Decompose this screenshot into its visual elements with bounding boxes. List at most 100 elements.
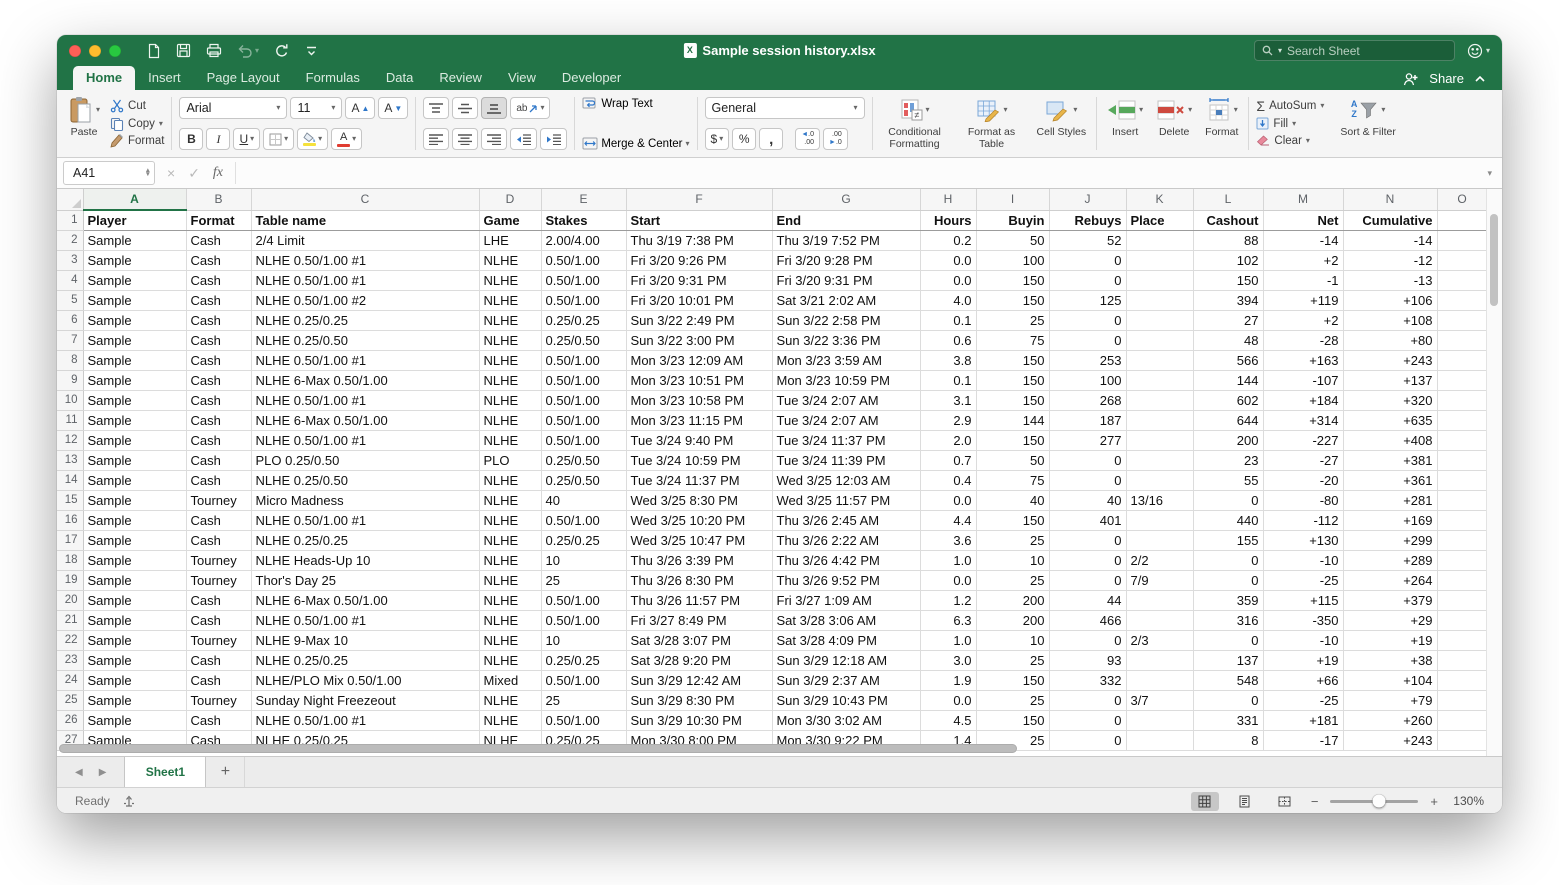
cell-L13[interactable]: 23 (1193, 450, 1263, 470)
select-all-corner[interactable] (57, 189, 83, 210)
zoom-slider-thumb[interactable] (1372, 795, 1385, 808)
cell-N27[interactable]: +243 (1343, 730, 1437, 750)
cell-C16[interactable]: NLHE 0.50/1.00 #1 (251, 510, 479, 530)
cell-F2[interactable]: Thu 3/19 7:38 PM (626, 230, 772, 250)
column-header-J[interactable]: J (1049, 189, 1126, 210)
cell-E18[interactable]: 10 (541, 550, 626, 570)
cell-F20[interactable]: Thu 3/26 11:57 PM (626, 590, 772, 610)
cell-I1[interactable]: Buyin (976, 210, 1049, 230)
cell-L18[interactable]: 0 (1193, 550, 1263, 570)
cut-button[interactable]: Cut (110, 97, 164, 115)
cell-A10[interactable]: Sample (83, 390, 186, 410)
next-sheet-icon[interactable]: ▶ (99, 767, 107, 778)
tab-developer[interactable]: Developer (549, 66, 634, 90)
cell-E20[interactable]: 0.50/1.00 (541, 590, 626, 610)
cell-O19[interactable] (1437, 570, 1487, 590)
cell-G26[interactable]: Mon 3/30 3:02 AM (772, 710, 920, 730)
cell-M15[interactable]: -80 (1263, 490, 1343, 510)
cell-F7[interactable]: Sun 3/22 3:00 PM (626, 330, 772, 350)
cell-E10[interactable]: 0.50/1.00 (541, 390, 626, 410)
cell-A15[interactable]: Sample (83, 490, 186, 510)
cell-A3[interactable]: Sample (83, 250, 186, 270)
horizontal-scrollbar-thumb[interactable] (59, 744, 1017, 753)
cell-H18[interactable]: 1.0 (920, 550, 976, 570)
cell-G25[interactable]: Sun 3/29 10:43 PM (772, 690, 920, 710)
autosum-caret-icon[interactable]: ▾ (1320, 102, 1324, 110)
cell-D17[interactable]: NLHE (479, 530, 541, 550)
cell-L12[interactable]: 200 (1193, 430, 1263, 450)
cell-G1[interactable]: End (772, 210, 920, 230)
cell-C1[interactable]: Table name (251, 210, 479, 230)
redo-button[interactable] (274, 43, 290, 59)
cell-I12[interactable]: 150 (976, 430, 1049, 450)
delete-cells-caret-icon[interactable]: ▾ (1188, 106, 1192, 114)
cell-A12[interactable]: Sample (83, 430, 186, 450)
cell-E23[interactable]: 0.25/0.25 (541, 650, 626, 670)
cell-J26[interactable]: 0 (1049, 710, 1126, 730)
cell-E9[interactable]: 0.50/1.00 (541, 370, 626, 390)
cell-F15[interactable]: Wed 3/25 8:30 PM (626, 490, 772, 510)
align-right-button[interactable] (481, 128, 507, 150)
copy-button[interactable]: Copy ▾ (110, 115, 164, 133)
share-button[interactable]: Share (1429, 71, 1464, 86)
comma-style-button[interactable]: , (759, 128, 783, 150)
cell-I17[interactable]: 25 (976, 530, 1049, 550)
cell-H25[interactable]: 0.0 (920, 690, 976, 710)
font-name-select[interactable]: Arial ▾ (179, 97, 287, 119)
cell-K1[interactable]: Place (1126, 210, 1193, 230)
column-header-F[interactable]: F (626, 189, 772, 210)
cell-C19[interactable]: Thor's Day 25 (251, 570, 479, 590)
clear-caret-icon[interactable]: ▾ (1306, 137, 1310, 145)
cell-G10[interactable]: Tue 3/24 2:07 AM (772, 390, 920, 410)
cell-J25[interactable]: 0 (1049, 690, 1126, 710)
cell-B9[interactable]: Cash (186, 370, 251, 390)
cell-I22[interactable]: 10 (976, 630, 1049, 650)
cell-G24[interactable]: Sun 3/29 2:37 AM (772, 670, 920, 690)
currency-caret-icon[interactable]: ▾ (719, 135, 723, 143)
cell-I24[interactable]: 150 (976, 670, 1049, 690)
cell-N13[interactable]: +381 (1343, 450, 1437, 470)
cell-C4[interactable]: NLHE 0.50/1.00 #1 (251, 270, 479, 290)
cell-C6[interactable]: NLHE 0.25/0.25 (251, 310, 479, 330)
cell-O1[interactable] (1437, 210, 1487, 230)
fill-color-caret-icon[interactable]: ▾ (318, 135, 322, 143)
borders-button[interactable]: ▾ (263, 128, 294, 150)
cell-A22[interactable]: Sample (83, 630, 186, 650)
cell-K23[interactable] (1126, 650, 1193, 670)
cell-O4[interactable] (1437, 270, 1487, 290)
cell-B5[interactable]: Cash (186, 290, 251, 310)
cell-H9[interactable]: 0.1 (920, 370, 976, 390)
cell-E1[interactable]: Stakes (541, 210, 626, 230)
cell-H6[interactable]: 0.1 (920, 310, 976, 330)
row-header-16[interactable]: 16 (57, 510, 83, 530)
cell-B6[interactable]: Cash (186, 310, 251, 330)
smiley-caret-icon[interactable]: ▾ (1486, 46, 1490, 55)
collapse-ribbon-icon[interactable] (1474, 75, 1486, 83)
cell-L3[interactable]: 102 (1193, 250, 1263, 270)
column-header-L[interactable]: L (1193, 189, 1263, 210)
cell-L21[interactable]: 316 (1193, 610, 1263, 630)
font-color-button[interactable]: A ▾ (331, 128, 362, 150)
paste-button[interactable]: ▾ Paste (65, 95, 103, 152)
cell-L7[interactable]: 48 (1193, 330, 1263, 350)
cell-B12[interactable]: Cash (186, 430, 251, 450)
cell-J19[interactable]: 0 (1049, 570, 1126, 590)
cell-D11[interactable]: NLHE (479, 410, 541, 430)
cell-F26[interactable]: Sun 3/29 10:30 PM (626, 710, 772, 730)
format-painter-button[interactable]: Format (110, 132, 164, 150)
cell-N20[interactable]: +379 (1343, 590, 1437, 610)
align-bottom-button[interactable] (481, 97, 507, 119)
column-header-H[interactable]: H (920, 189, 976, 210)
column-header-K[interactable]: K (1126, 189, 1193, 210)
sheet-tab-sheet1[interactable]: Sheet1 (124, 757, 206, 787)
cell-B7[interactable]: Cash (186, 330, 251, 350)
tab-data[interactable]: Data (373, 66, 426, 90)
cell-K13[interactable] (1126, 450, 1193, 470)
cell-C15[interactable]: Micro Madness (251, 490, 479, 510)
cell-L24[interactable]: 548 (1193, 670, 1263, 690)
cell-I10[interactable]: 150 (976, 390, 1049, 410)
row-header-8[interactable]: 8 (57, 350, 83, 370)
cell-C10[interactable]: NLHE 0.50/1.00 #1 (251, 390, 479, 410)
cell-J8[interactable]: 253 (1049, 350, 1126, 370)
cell-K8[interactable] (1126, 350, 1193, 370)
